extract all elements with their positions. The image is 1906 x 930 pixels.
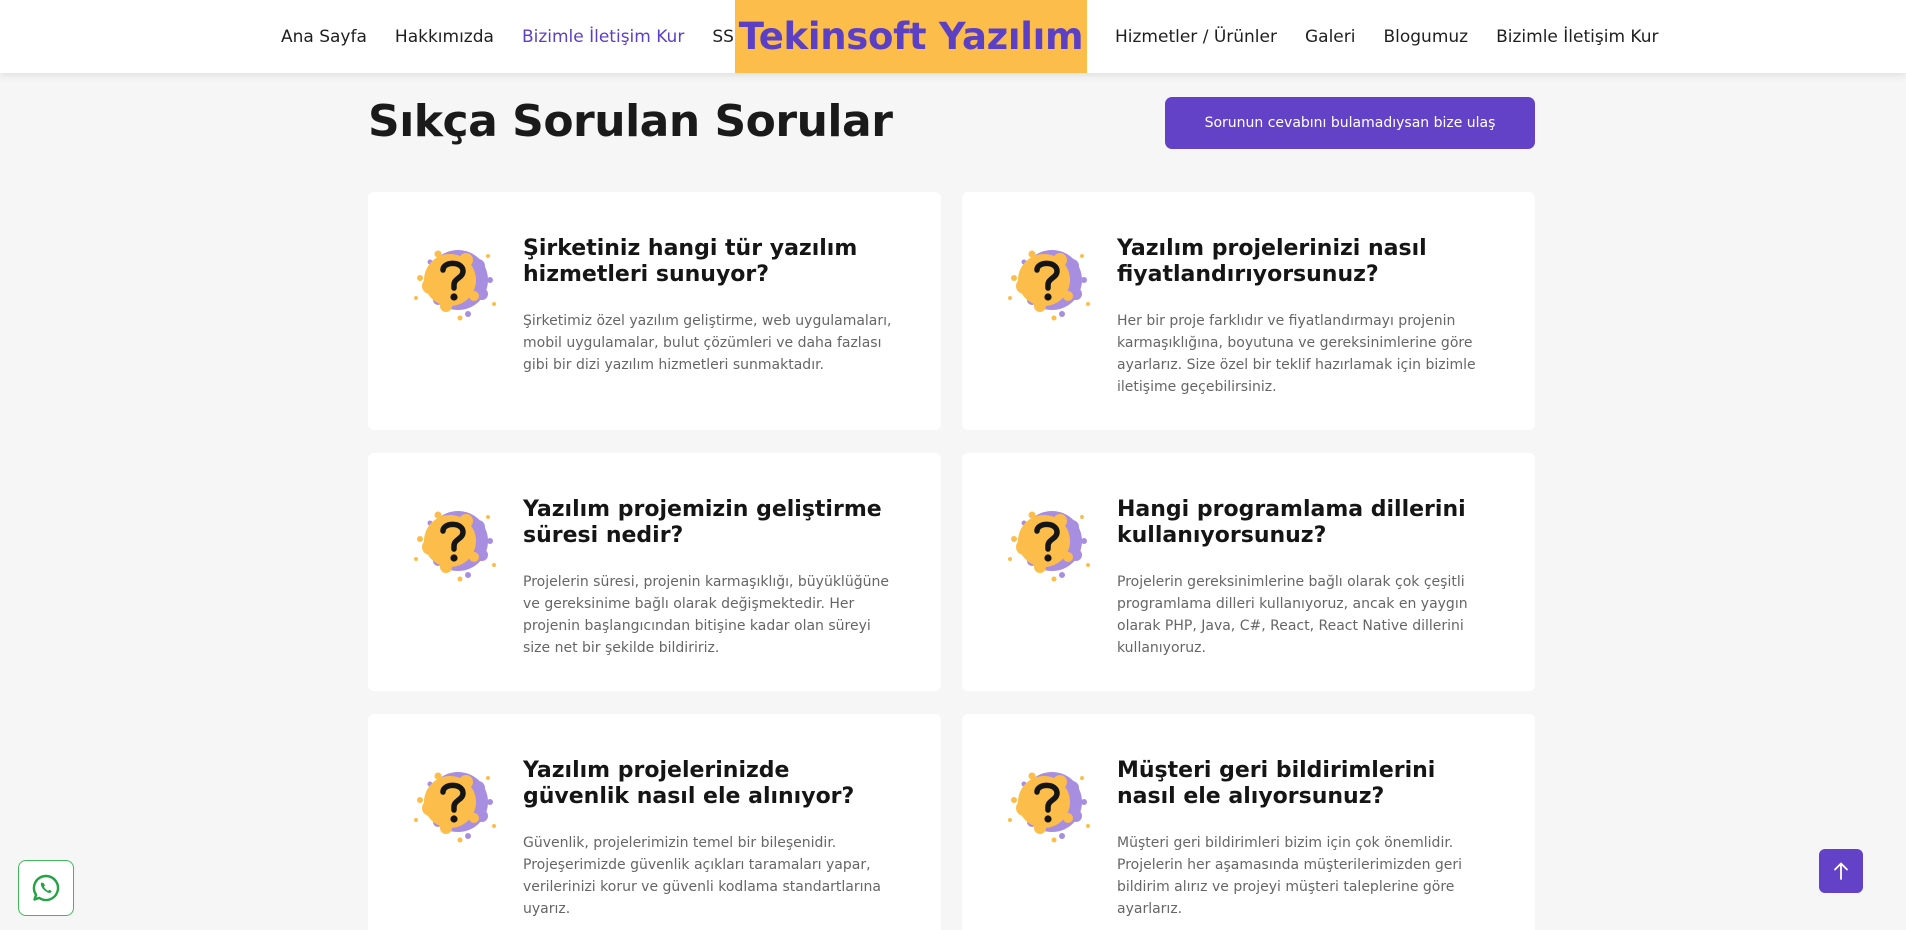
question-splash-icon — [408, 495, 500, 587]
faq-question: Müşteri geri bildirimlerini nasıl ele al… — [1117, 758, 1436, 809]
question-splash-icon — [1002, 234, 1094, 326]
question-splash-icon — [408, 234, 500, 326]
faq-answer: Projelerin gereksinimlerine bağlı olarak… — [1117, 574, 1468, 656]
faq-card: Yazılım projemizin geliştirme süresi ned… — [368, 453, 941, 691]
faq-card: Şirketiniz hangi tür yazılım hizmetleri … — [368, 192, 941, 430]
question-splash-icon — [1002, 756, 1094, 848]
faq-card: Yazılım projelerinizi nasıl fiyatlandırı… — [962, 192, 1535, 430]
faq-answer: Şirketimiz özel yazılım geliştirme, web … — [523, 313, 892, 373]
nav-contact-2[interactable]: Bizimle İletişim Kur — [1496, 27, 1658, 47]
page-title: Sıkça Sorulan Sorular — [368, 96, 893, 147]
faq-question: Yazılım projelerinizi nasıl fiyatlandırı… — [1117, 236, 1427, 287]
nav-about[interactable]: Hakkımızda — [395, 27, 494, 47]
faq-card: Müşteri geri bildirimlerini nasıl ele al… — [962, 714, 1535, 930]
nav-right-group: Hizmetler / Ürünler Galeri Blogumuz Bizi… — [1115, 0, 1658, 73]
scroll-top-button[interactable] — [1819, 849, 1863, 893]
brand-logo[interactable]: Tekinsoft Yazılım — [735, 0, 1087, 73]
contact-us-button[interactable]: Sorunun cevabını bulamadıysan bize ulaş — [1165, 97, 1535, 149]
question-splash-icon — [1002, 495, 1094, 587]
faq-card: Yazılım projelerinizde güvenlik nasıl el… — [368, 714, 941, 930]
faq-question: Yazılım projemizin geliştirme süresi ned… — [523, 497, 882, 548]
faq-question: Hangi programlama dillerini kullanıyorsu… — [1117, 497, 1466, 548]
brand-name: Tekinsoft Yazılım — [738, 15, 1084, 58]
nav-left-group: Ana Sayfa Hakkımızda Bizimle İletişim Ku… — [281, 0, 745, 73]
question-splash-icon — [408, 756, 500, 848]
nav-services[interactable]: Hizmetler / Ürünler — [1115, 27, 1277, 47]
nav-gallery[interactable]: Galeri — [1305, 27, 1356, 47]
faq-answer: Güvenlik, projelerimizin temel bir bileş… — [523, 835, 881, 917]
faq-question: Şirketiniz hangi tür yazılım hizmetleri … — [523, 236, 858, 287]
whatsapp-button[interactable] — [18, 860, 74, 916]
faq-answer: Her bir proje farklıdır ve fiyatlandırma… — [1117, 313, 1476, 395]
arrow-up-icon — [1834, 862, 1848, 880]
nav-home[interactable]: Ana Sayfa — [281, 27, 367, 47]
faq-answer: Projelerin süresi, projenin karmaşıklığı… — [523, 574, 889, 656]
top-navbar: Ana Sayfa Hakkımızda Bizimle İletişim Ku… — [0, 0, 1906, 73]
nav-blog[interactable]: Blogumuz — [1383, 27, 1468, 47]
faq-card: Hangi programlama dillerini kullanıyorsu… — [962, 453, 1535, 691]
faq-question: Yazılım projelerinizde güvenlik nasıl el… — [523, 758, 855, 809]
whatsapp-icon — [32, 874, 60, 902]
nav-contact[interactable]: Bizimle İletişim Kur — [522, 27, 684, 47]
faq-answer: Müşteri geri bildirimleri bizim için çok… — [1117, 835, 1463, 917]
